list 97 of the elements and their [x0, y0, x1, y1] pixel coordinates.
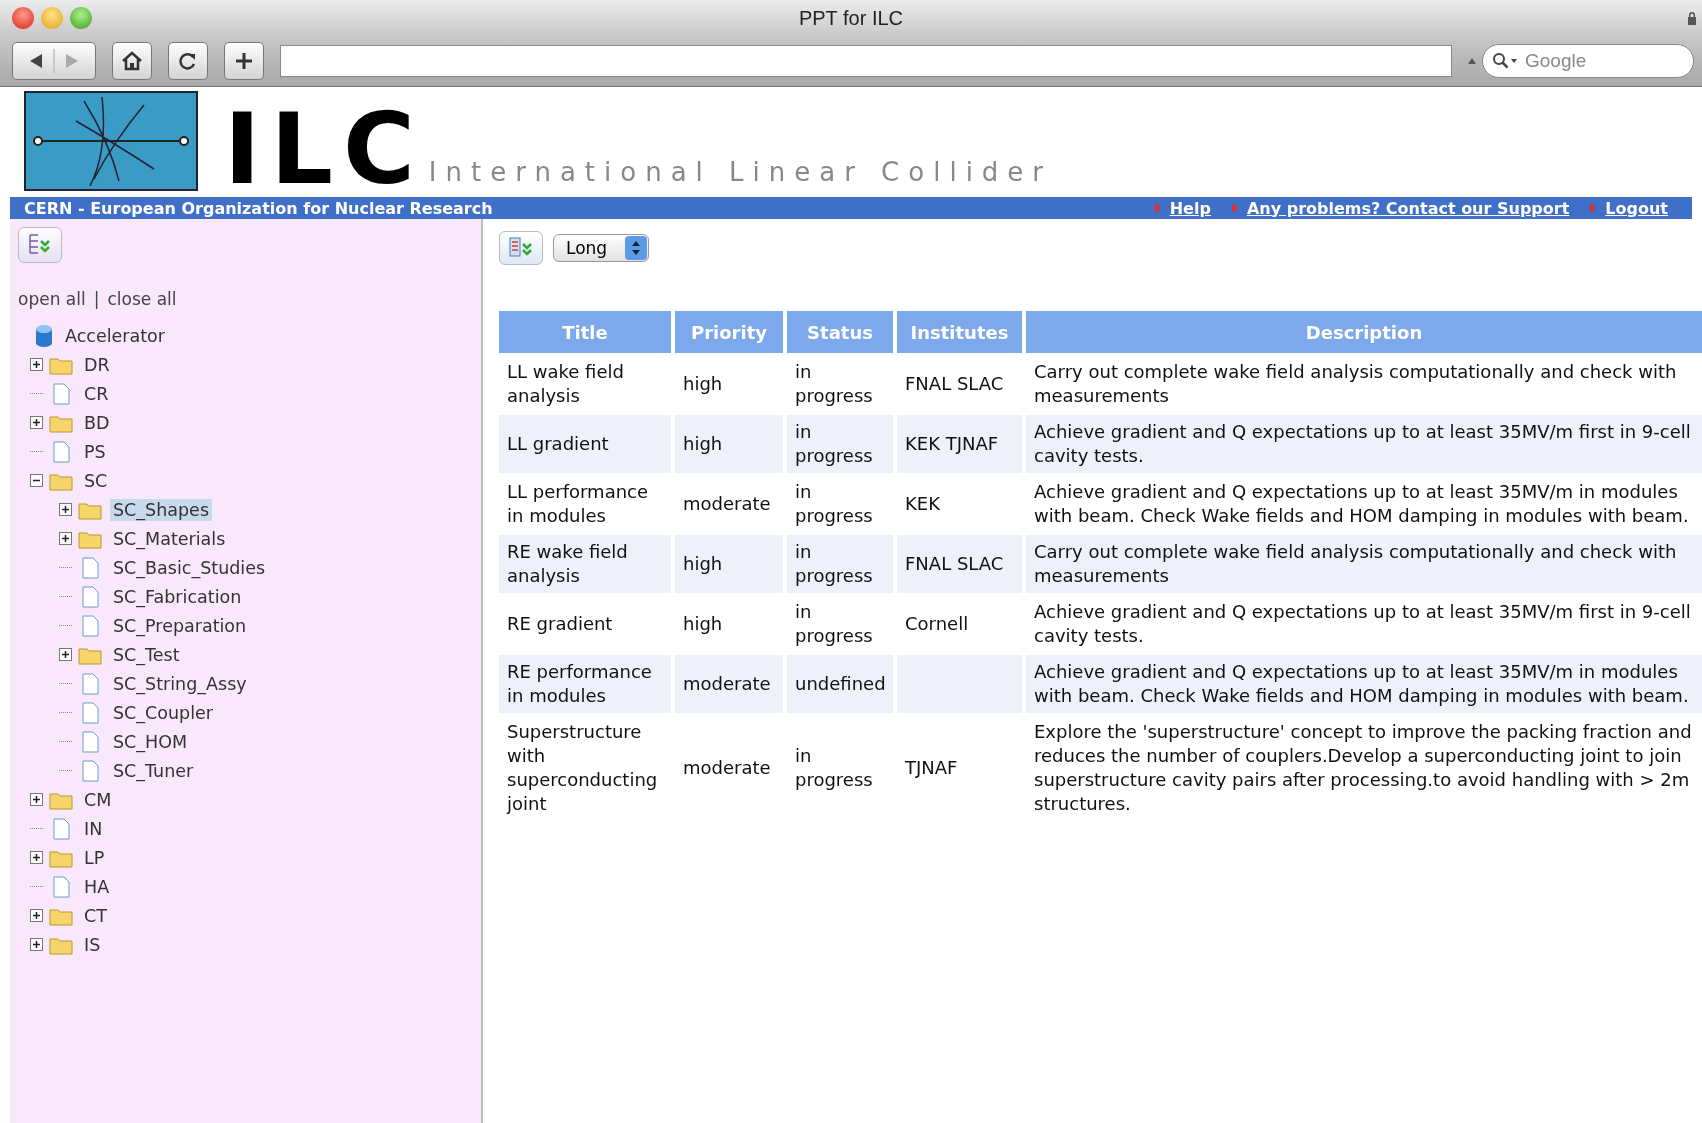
table-cell-text: moderate [682, 492, 772, 516]
separator: | [93, 289, 100, 309]
table-cell: moderate [675, 655, 783, 713]
tree-item[interactable]: HA [81, 875, 113, 898]
lock-icon [1686, 11, 1698, 25]
expand-icon[interactable] [30, 851, 43, 864]
expand-icon[interactable] [30, 909, 43, 922]
cylinder-icon [34, 323, 54, 348]
tree-item[interactable]: SC_Tuner [110, 759, 197, 782]
table-cell-text: Carry out complete wake field analysis computationally and check with measurements [1033, 360, 1678, 408]
tree-view-button[interactable] [18, 227, 62, 263]
table-cell: LL gradient [499, 415, 671, 473]
stepper-icon [625, 236, 647, 260]
tree-item[interactable]: SC_Basic_Studies [110, 556, 269, 579]
table-cell: Carry out complete wake field analysis computationally and check with measurements [1026, 535, 1702, 593]
bullet-icon [1231, 203, 1238, 213]
expand-icon[interactable] [30, 793, 43, 806]
table-cell-text: RE gradient [506, 612, 614, 636]
back-forward-buttons[interactable] [12, 42, 96, 80]
tree-item[interactable]: SC_Preparation [110, 614, 250, 637]
window-title: PPT for ILC [798, 6, 904, 30]
expand-icon[interactable] [59, 648, 72, 661]
table-cell: KEK TJNAF [897, 415, 1022, 473]
expand-icon[interactable] [30, 358, 43, 371]
list-icon [507, 236, 535, 260]
expand-icon[interactable] [59, 532, 72, 545]
table-cell: FNAL SLAC [897, 535, 1022, 593]
tree-item[interactable]: LP [81, 846, 108, 869]
tree-item[interactable]: SC_Materials [110, 527, 229, 550]
caret-icon [1468, 58, 1476, 64]
tree-item[interactable]: DR [81, 353, 113, 376]
tree-item[interactable]: SC_Test [110, 643, 183, 666]
collapse-icon[interactable] [30, 474, 43, 487]
reload-button[interactable] [168, 42, 208, 80]
header-link[interactable]: Any problems? Contact our Support [1246, 198, 1570, 218]
bullet-icon [1590, 203, 1597, 213]
address-field[interactable] [280, 45, 1452, 77]
tree-item[interactable]: BD [81, 411, 113, 434]
close-button[interactable] [12, 7, 34, 29]
tree-item[interactable]: IS [81, 933, 104, 956]
table-cell-text: Superstructure with superconducting joint [505, 720, 659, 816]
table-cell-text: in progress [794, 600, 874, 648]
expand-icon[interactable] [30, 416, 43, 429]
view-select[interactable]: Long [553, 234, 649, 262]
table-cell: in progress [787, 535, 893, 593]
table-cell-text: LL performance in modules [506, 480, 650, 528]
table-cell-text: in progress [794, 480, 874, 528]
table-cell-text: in progress [794, 744, 874, 792]
table-cell-text: KEK [904, 492, 941, 516]
tree-item[interactable]: CT [81, 904, 110, 927]
add-button[interactable] [224, 42, 264, 80]
table-cell: RE wake field analysis [499, 535, 671, 593]
tree-item[interactable]: IN [81, 817, 106, 840]
table-cell-text: Cornell [904, 612, 970, 636]
table-cell: RE performance in modules [499, 655, 671, 713]
table-cell-text: FNAL SLAC [904, 372, 1005, 396]
table-cell: in progress [787, 415, 893, 473]
tree-item[interactable]: SC_String_Assy [110, 672, 250, 695]
organization-name: CERN - European Organization for Nuclear Research [24, 198, 493, 218]
header-link[interactable]: Help [1169, 198, 1211, 218]
table-cell: Achieve gradient and Q expectations up to at least 35MV/m first in 9-cell cavity tests. [1026, 415, 1702, 473]
tree-item[interactable]: CM [81, 788, 115, 811]
tree-item[interactable]: SC_HOM [110, 730, 191, 753]
plus-icon [235, 52, 253, 70]
table-cell-text: LL wake field analysis [506, 360, 625, 408]
table-cell-text: TJNAF [904, 756, 959, 780]
bullet-icon [1154, 203, 1161, 213]
search-field[interactable]: Google [1482, 44, 1694, 78]
tree-item[interactable]: SC [81, 469, 111, 492]
close-all-link[interactable]: close all [107, 289, 177, 309]
reload-icon [178, 51, 198, 71]
header-link[interactable]: Logout [1605, 198, 1668, 218]
table-cell-text: Achieve gradient and Q expectations up to at least 35MV/m first in 9-cell cavity tests. [1033, 600, 1692, 648]
table-cell-text: high [682, 372, 724, 396]
table-cell: high [675, 535, 783, 593]
table-cell: undefined [787, 655, 893, 713]
expand-icon[interactable] [30, 938, 43, 951]
tree-item[interactable]: Accelerator [62, 324, 168, 347]
logo-text: ILC [224, 104, 425, 193]
tree-item[interactable]: PS [81, 440, 109, 463]
home-icon [121, 51, 143, 71]
table-cell-text: moderate [682, 756, 772, 780]
tree-item[interactable]: SC_Fabrication [110, 585, 245, 608]
table-cell: high [675, 415, 783, 473]
table-cell-text: in progress [794, 360, 874, 408]
expand-icon[interactable] [59, 503, 72, 516]
tree-item[interactable]: CR [81, 382, 112, 405]
table-cell-text: high [682, 612, 724, 636]
list-view-button[interactable] [499, 231, 543, 265]
tree-item[interactable]: SC_Shapes [110, 498, 212, 521]
open-all-link[interactable]: open all [18, 289, 86, 309]
table-cell-text: Explore the 'superstructure' concept to improve the packing fraction and reduces the number of couplers.Develop a superconducting joint to join superstructure cavity pairs after processing.to avoid handling with > 2m structures. [1033, 720, 1693, 816]
table-cell: Achieve gradient and Q expectations up to at least 35MV/m in modules with beam. Check Wake fields and HOM damping in modules with beam. [1026, 655, 1702, 713]
tree-item[interactable]: SC_Coupler [110, 701, 217, 724]
home-button[interactable] [112, 42, 152, 80]
tagline: International Linear Collider [428, 157, 1053, 187]
table-cell-text: Achieve gradient and Q expectations up to at least 35MV/m in modules with beam. Check Wake fields and HOM damping in modules with beam. [1033, 480, 1690, 528]
